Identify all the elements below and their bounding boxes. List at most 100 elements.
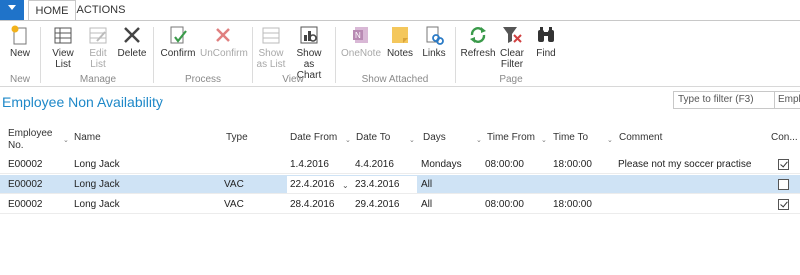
cell-time-to: 18:00:00 [553, 159, 592, 170]
cell-type: VAC [224, 199, 244, 210]
cell-time-from: 08:00:00 [485, 199, 524, 210]
cell-type: VAC [224, 179, 244, 190]
links-button[interactable]: Links [420, 24, 448, 68]
confirmed-checkbox[interactable] [778, 199, 789, 210]
sort-arrow-icon: ⌄ [607, 137, 613, 144]
filter-field-select[interactable]: Employee No. [774, 91, 800, 109]
unconfirm-button-label: UnConfirm [200, 48, 248, 59]
view-list-icon [54, 27, 72, 44]
cell-time-to: 18:00:00 [553, 199, 592, 210]
notes-button[interactable]: Notes [386, 24, 414, 68]
group-label-show-attached: Show Attached [361, 74, 429, 85]
confirm-button[interactable]: Confirm [158, 24, 198, 68]
ribbon-tab-bar: HOME ACTIONS [0, 0, 800, 20]
column-header-employee-no-line1: Employee [8, 128, 53, 139]
confirmed-checkbox[interactable] [778, 159, 789, 170]
cell-time-from: 08:00:00 [485, 159, 524, 170]
group-separator [252, 27, 253, 83]
delete-button-label: Delete [117, 48, 147, 59]
cell-date-to: 23.4.2016 [355, 179, 400, 190]
chevron-down-icon [8, 5, 16, 10]
show-as-chart-line1: Show as [296, 48, 322, 70]
show-as-list-icon [262, 27, 280, 44]
refresh-button-label: Refresh [460, 48, 496, 59]
new-button-label: New [9, 48, 30, 59]
view-list-button[interactable]: View List [48, 24, 78, 70]
chevron-down-icon[interactable]: ⌄ [342, 181, 349, 190]
delete-x-icon [124, 27, 140, 43]
tab-home[interactable]: HOME [28, 0, 76, 20]
group-separator [40, 27, 41, 83]
refresh-button[interactable]: Refresh [460, 24, 496, 68]
cell-date-to: 4.4.2016 [355, 159, 394, 170]
show-as-chart-button[interactable]: Show as Chart [290, 24, 328, 81]
cell-date-from: 22.4.2016 [290, 179, 335, 190]
ribbon: New New View List Edit List Delete Manag… [0, 20, 800, 87]
refresh-icon [470, 27, 486, 43]
clear-filter-line2: Filter [500, 59, 524, 70]
find-button[interactable]: Find [532, 24, 560, 68]
checkmark-icon [780, 159, 788, 168]
notes-button-label: Notes [386, 48, 414, 59]
group-label-process: Process [184, 74, 222, 85]
cell-date-from: 1.4.2016 [290, 159, 329, 170]
unconfirm-button[interactable]: UnConfirm [200, 24, 248, 68]
view-list-line1: View [52, 48, 74, 59]
find-button-label: Find [536, 48, 556, 59]
show-as-list-button[interactable]: Show as List [256, 24, 286, 70]
view-list-line2: List [55, 59, 71, 70]
show-as-list-line2: as List [256, 59, 286, 70]
edit-list-line1: Edit [89, 48, 107, 59]
cell-days: Mondays [421, 159, 462, 170]
links-button-label: Links [422, 48, 446, 59]
confirm-button-label: Confirm [160, 48, 196, 59]
page-header: Employee Non Availability · Type to filt… [0, 88, 800, 116]
tab-actions[interactable]: ACTIONS [76, 0, 126, 20]
application-menu-button[interactable] [0, 0, 24, 20]
sort-arrow-icon: ⌄ [541, 137, 547, 144]
table-row[interactable]: E00002 Long Jack VAC 28.4.2016 29.4.2016… [0, 195, 800, 214]
binoculars-icon [538, 27, 554, 42]
onenote-icon: N [353, 27, 368, 43]
cell-days: All [421, 199, 433, 210]
cell-date-to: 29.4.2016 [355, 199, 400, 210]
new-button[interactable]: New [4, 24, 36, 68]
cell-name: Long Jack [74, 179, 120, 190]
cell-days: All [421, 179, 433, 190]
column-header-employee-no-line2: No. [8, 140, 24, 151]
group-separator [455, 27, 456, 83]
sort-arrow-icon: ⌄ [409, 137, 415, 144]
sort-arrow-icon: ⌄ [476, 137, 482, 144]
edit-list-button[interactable]: Edit List [84, 24, 112, 70]
sort-arrow-icon: ⌄ [63, 137, 69, 144]
svg-text:N: N [355, 31, 361, 40]
cell-employee-no: E00002 [8, 199, 43, 210]
cell-name: Long Jack [74, 159, 120, 170]
sort-arrow-icon: ⌄ [345, 137, 351, 144]
clear-filter-button[interactable]: Clear Filter [498, 24, 526, 70]
cell-comment: Please not my soccer practise [618, 159, 752, 170]
table-row[interactable]: E00002 Long Jack 1.4.2016 4.4.2016 Monda… [0, 155, 800, 174]
edit-list-line2: List [90, 59, 106, 70]
unconfirm-x-icon [216, 28, 230, 42]
page-title: Employee Non Availability [2, 94, 163, 110]
group-separator [153, 27, 154, 83]
onenote-button[interactable]: N OneNote [340, 24, 382, 68]
group-label-page: Page [499, 74, 523, 85]
confirm-document-icon [170, 26, 187, 44]
page-title-menu[interactable]: · [159, 94, 162, 105]
cell-name: Long Jack [74, 199, 120, 210]
show-as-list-line1: Show [258, 48, 284, 59]
group-separator [335, 27, 336, 83]
column-header-employee-no[interactable]: Employee No. [8, 128, 58, 156]
filter-input[interactable]: Type to filter (F3) [673, 91, 775, 109]
cell-date-from: 28.4.2016 [290, 199, 335, 210]
cell-employee-no: E00002 [8, 179, 43, 190]
new-document-icon [11, 25, 27, 45]
delete-button[interactable]: Delete [116, 24, 148, 68]
checkmark-icon [780, 199, 788, 208]
sticky-note-icon [392, 27, 408, 43]
confirmed-checkbox[interactable] [778, 179, 789, 190]
clear-filter-line1: Clear [500, 48, 524, 59]
table-row-selected[interactable]: E00002 Long Jack VAC 22.4.2016 ⌄ 23.4.20… [0, 175, 800, 194]
